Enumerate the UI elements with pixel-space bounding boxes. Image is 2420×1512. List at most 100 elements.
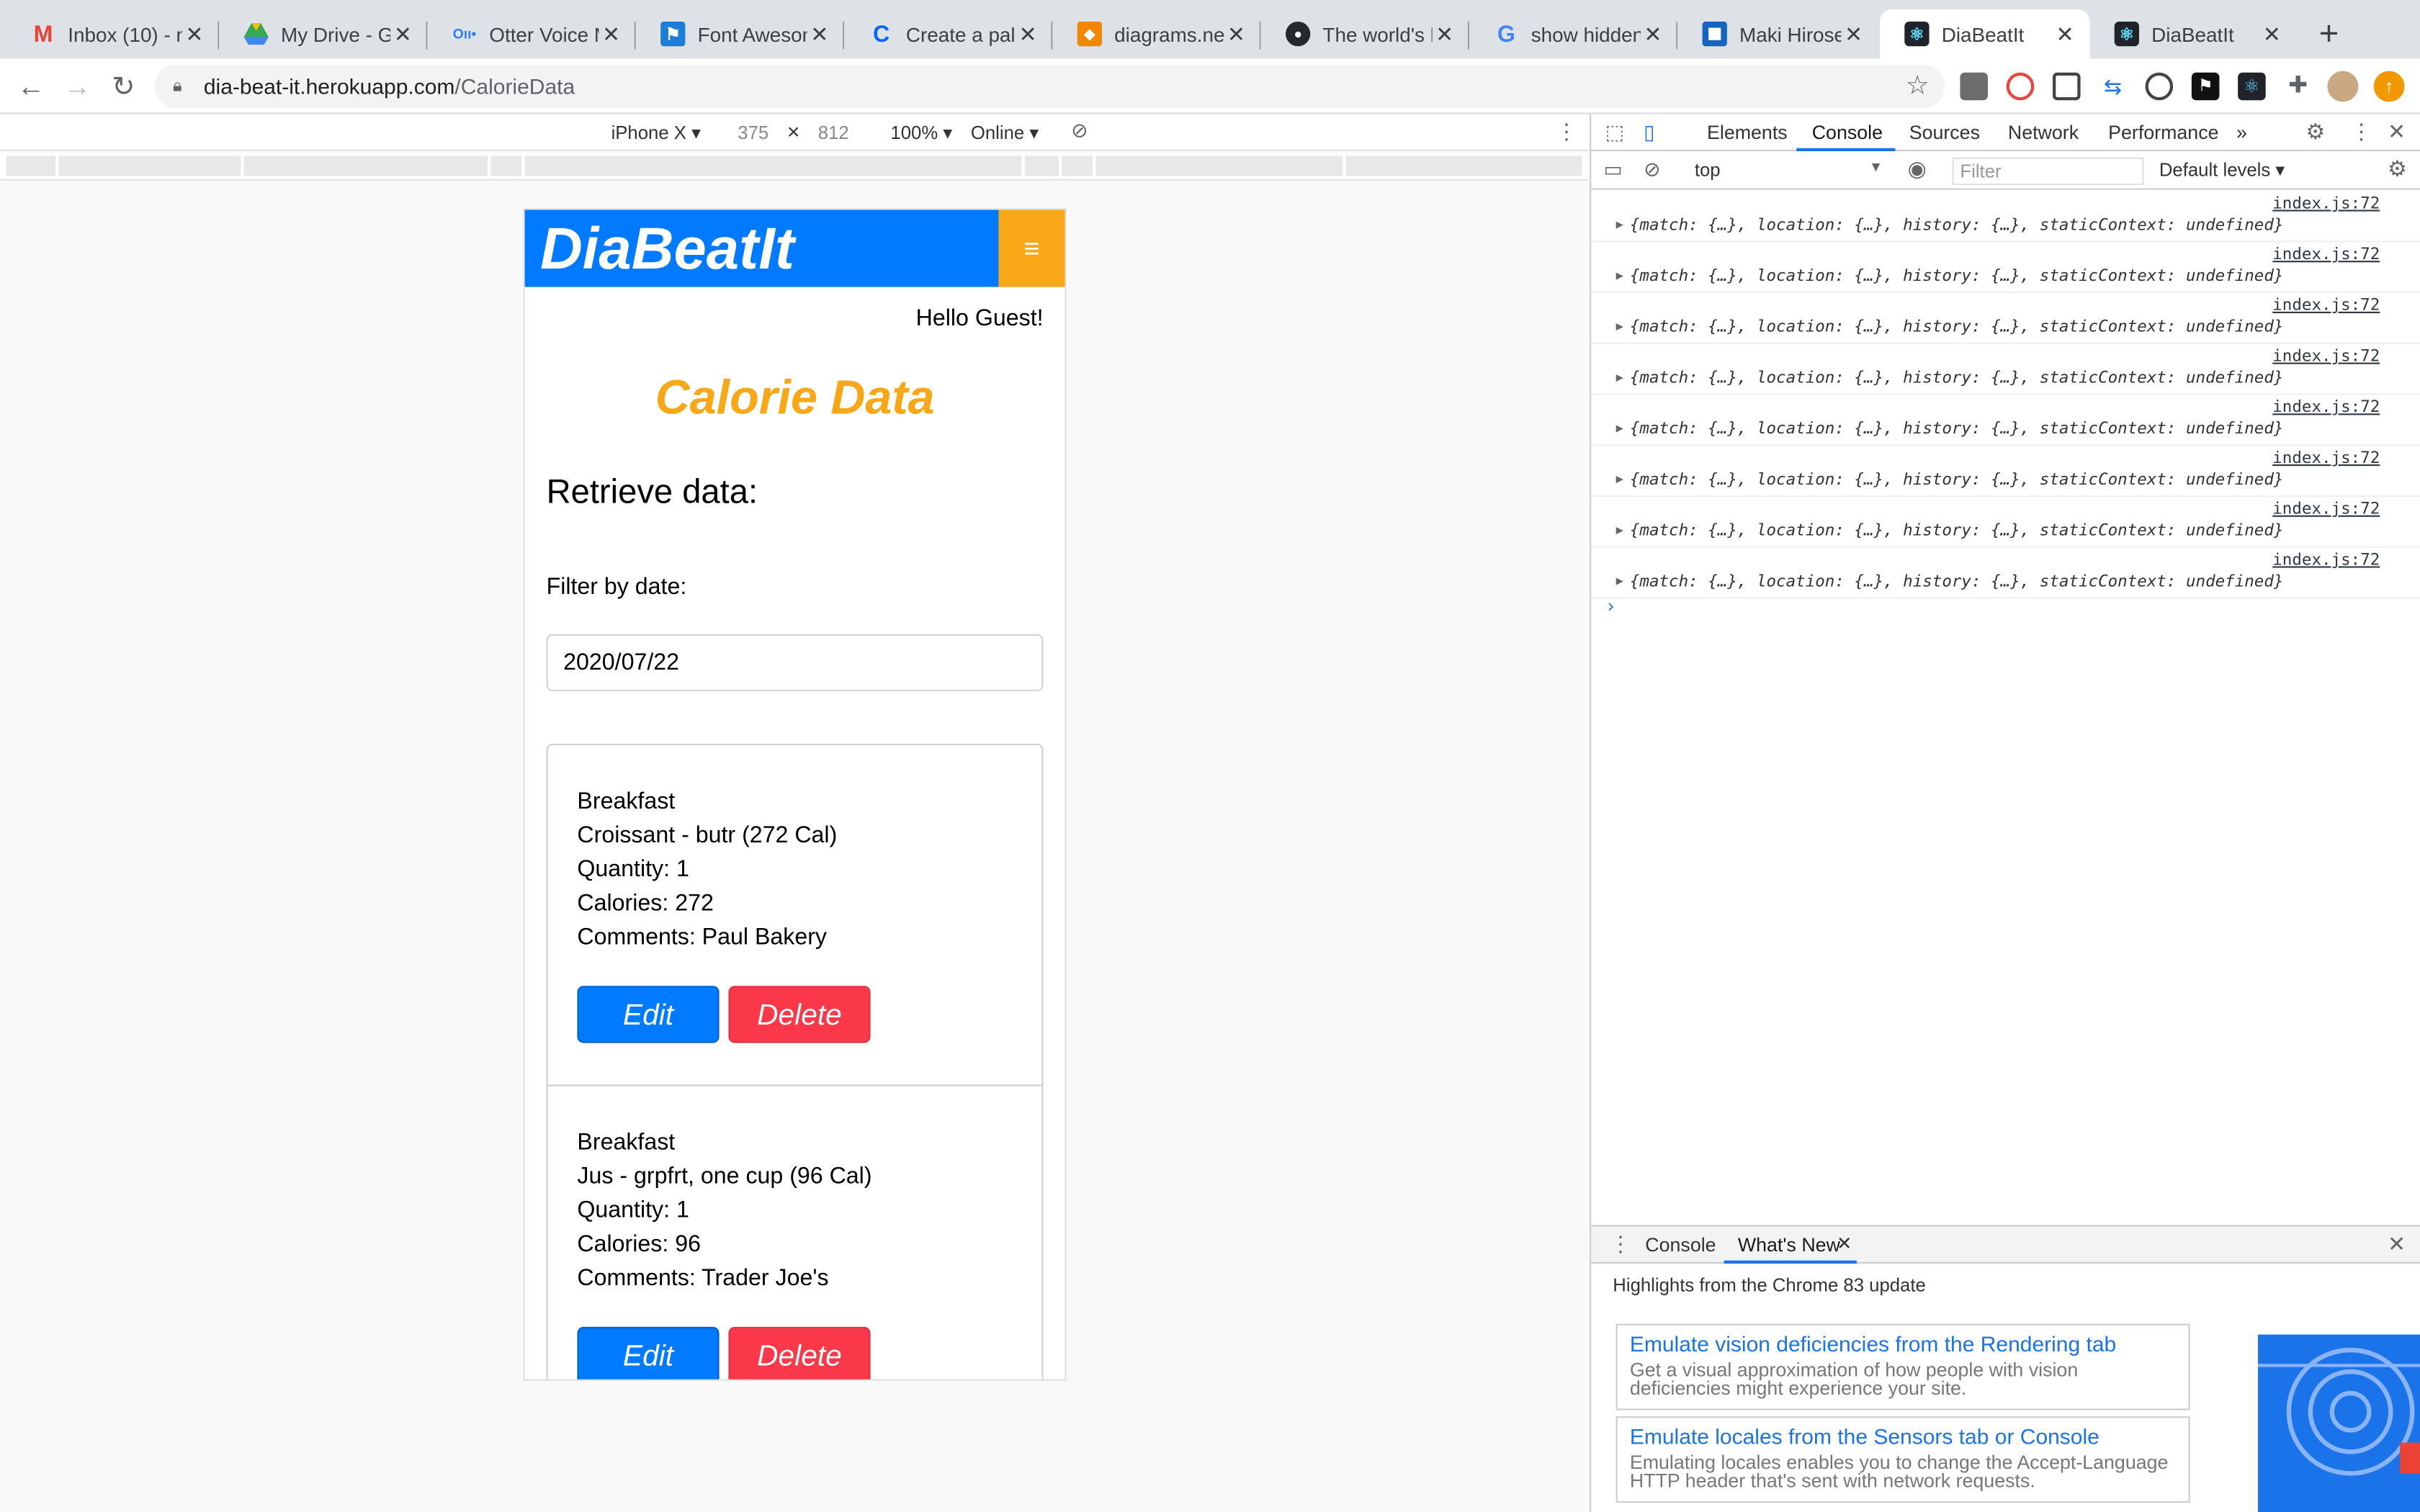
more-tabs-icon[interactable]: » — [2236, 122, 2247, 143]
drawer-menu-icon[interactable]: ⋮ — [1610, 1231, 1631, 1257]
zoom-select[interactable]: 100% ▾ — [890, 122, 952, 143]
tab-elements[interactable]: Elements — [1707, 122, 1788, 143]
browser-tab-maki[interactable]: Maki Hirose: L ✕ — [1677, 9, 1878, 59]
edit-button[interactable]: Edit — [577, 986, 720, 1043]
log-levels-select[interactable]: Default levels ▾ — [2159, 159, 2285, 181]
close-tab-icon[interactable]: ✕ — [1641, 21, 1665, 47]
tab-performance[interactable]: Performance — [2108, 122, 2218, 143]
browser-tab-diabeatit-active[interactable]: ⚛ DiaBeatIt ✕ — [1880, 9, 2090, 59]
whats-new-card-title[interactable]: Emulate locales from the Sensors tab or … — [1630, 1424, 2177, 1449]
tab-network[interactable]: Network — [2008, 122, 2079, 143]
device-select[interactable]: iPhone X ▾ — [611, 122, 701, 143]
brand-logo[interactable]: DiaBeatIt — [540, 217, 794, 284]
inspect-element-icon[interactable]: ⬚ — [1605, 120, 1624, 145]
browser-tab-otter[interactable]: Oıı• Otter Voice M ✕ — [428, 9, 636, 59]
log-source-link[interactable]: index.js:72 — [2272, 449, 2380, 468]
close-devtools-icon[interactable]: ✕ — [2388, 119, 2406, 145]
delete-button[interactable]: Delete — [728, 1326, 871, 1380]
close-drawer-icon[interactable]: ✕ — [2388, 1231, 2406, 1257]
console-log-entry[interactable]: index.js:72 ▶ {match: {…}, location: {…},… — [1591, 548, 2420, 599]
device-toggle-icon[interactable]: ▯ — [1644, 120, 1654, 145]
close-drawer-tab-icon[interactable]: ✕ — [1837, 1233, 1852, 1254]
whats-new-card[interactable]: Emulate locales from the Sensors tab or … — [1615, 1416, 2190, 1503]
browser-tab-google-search[interactable]: G show hidden f ✕ — [1469, 9, 1678, 59]
flag-extension-icon[interactable]: ⚑ — [2191, 72, 2220, 101]
console-log-entry[interactable]: index.js:72 ▶ {match: {…}, location: {…},… — [1591, 395, 2420, 446]
settings-gear-icon[interactable]: ⚙ — [2305, 119, 2325, 145]
close-tab-icon[interactable]: ✕ — [390, 21, 415, 47]
address-bar[interactable]: 🔒︎ dia-beat-it.herokuapp.com/CalorieData… — [154, 65, 1945, 108]
media-query-bar[interactable] — [0, 153, 1588, 181]
close-tab-icon[interactable]: ✕ — [599, 21, 623, 47]
console-settings-gear-icon[interactable]: ⚙ — [2388, 156, 2407, 181]
log-source-link[interactable]: index.js:72 — [2272, 551, 2380, 570]
browser-tab-gmail[interactable]: M Inbox (10) - m ✕ — [6, 9, 220, 59]
whats-new-card-title[interactable]: Emulate vision deficiencies from the Ren… — [1630, 1331, 2177, 1356]
expand-triangle-icon[interactable]: ▶ — [1616, 269, 1623, 282]
device-width-input[interactable]: 375 — [738, 122, 768, 143]
reload-icon[interactable]: ↻ — [105, 68, 142, 104]
expand-triangle-icon[interactable]: ▶ — [1616, 523, 1623, 536]
close-tab-icon[interactable]: ✕ — [807, 21, 832, 47]
context-select[interactable]: top — [1695, 159, 1721, 181]
browser-tab-github[interactable]: ● The world's le ✕ — [1261, 9, 1469, 59]
log-source-link[interactable]: index.js:72 — [2272, 347, 2380, 366]
console-prompt[interactable]: › — [1605, 595, 1617, 617]
puzzle-extensions-icon[interactable]: ✚ — [2284, 73, 2312, 101]
react-devtools-icon[interactable]: ⚛ — [2238, 72, 2266, 101]
browser-tab-font-awesome[interactable]: ⚑ Font Awesome ✕ — [636, 9, 845, 59]
new-tab-icon[interactable]: + — [2311, 14, 2347, 52]
devtools-menu-icon[interactable]: ⋮ — [2351, 119, 2372, 145]
console-log-entry[interactable]: index.js:72 ▶ {match: {…}, location: {…},… — [1591, 192, 2420, 243]
close-tab-icon[interactable]: ✕ — [2259, 21, 2284, 47]
log-source-link[interactable]: index.js:72 — [2272, 246, 2380, 264]
expand-triangle-icon[interactable]: ▶ — [1616, 320, 1623, 333]
network-throttle-select[interactable]: Online ▾ — [971, 122, 1039, 143]
browser-tab-diagrams[interactable]: ◆ diagrams.net ✕ — [1052, 9, 1261, 59]
drawer-tab-whats-new[interactable]: What's New — [1738, 1234, 1840, 1256]
console-log-entry[interactable]: index.js:72 ▶ {match: {…}, location: {…},… — [1591, 242, 2420, 294]
close-tab-icon[interactable]: ✕ — [1433, 21, 1457, 47]
browser-tab-drive[interactable]: My Drive - Go ✕ — [219, 9, 428, 59]
extension-badge-icon[interactable] — [2006, 72, 2035, 101]
expand-triangle-icon[interactable]: ▶ — [1616, 421, 1623, 435]
browser-tab-diabeatit[interactable]: ⚛ DiaBeatIt ✕ — [2089, 9, 2296, 59]
browser-tab-coolors[interactable]: C Create a palet ✕ — [844, 9, 1053, 59]
log-source-link[interactable]: index.js:72 — [2272, 500, 2380, 518]
circle-extension-icon[interactable] — [2145, 72, 2174, 101]
close-tab-icon[interactable]: ✕ — [1224, 21, 1248, 47]
whats-new-card[interactable]: Emulate vision deficiencies from the Ren… — [1615, 1323, 2190, 1410]
tab-console[interactable]: Console — [1812, 122, 1883, 143]
delete-button[interactable]: Delete — [728, 986, 871, 1043]
rotate-icon[interactable]: ⊘ — [1071, 119, 1088, 143]
device-height-input[interactable]: 812 — [818, 122, 849, 143]
close-tab-icon[interactable]: ✕ — [2053, 21, 2077, 47]
expand-triangle-icon[interactable]: ▶ — [1616, 370, 1623, 384]
forward-arrow-icon[interactable]: → — [58, 68, 95, 104]
console-log-entry[interactable]: index.js:72 ▶ {match: {…}, location: {…},… — [1591, 497, 2420, 548]
log-source-link[interactable]: index.js:72 — [2272, 296, 2380, 315]
extension-icon[interactable] — [1960, 72, 1988, 101]
swap-arrows-icon[interactable]: ⇆ — [2099, 73, 2127, 101]
more-options-icon[interactable]: ⋮ — [1556, 119, 1577, 145]
back-arrow-icon[interactable]: ← — [12, 68, 49, 104]
console-log-entry[interactable]: index.js:72 ▶ {match: {…}, location: {…},… — [1591, 293, 2420, 344]
console-filter-input[interactable]: Filter — [1952, 157, 2144, 186]
close-tab-icon[interactable]: ✕ — [182, 21, 207, 47]
drawer-tab-console[interactable]: Console — [1645, 1234, 1716, 1256]
close-tab-icon[interactable]: ✕ — [1841, 21, 1865, 47]
expand-triangle-icon[interactable]: ▶ — [1616, 472, 1623, 486]
update-icon[interactable]: ↑ — [2373, 71, 2405, 102]
hamburger-menu-button[interactable]: ≡ — [998, 210, 1065, 287]
expand-triangle-icon[interactable]: ▶ — [1616, 574, 1623, 588]
close-tab-icon[interactable]: ✕ — [1016, 21, 1040, 47]
log-source-link[interactable]: index.js:72 — [2272, 194, 2380, 213]
live-expression-eye-icon[interactable]: ◉ — [1908, 156, 1927, 181]
sidebar-toggle-icon[interactable]: ▭ — [1603, 158, 1622, 182]
clear-console-icon[interactable]: ⊘ — [1644, 158, 1660, 182]
tab-sources[interactable]: Sources — [1909, 122, 1980, 143]
edit-button[interactable]: Edit — [577, 1326, 720, 1380]
log-source-link[interactable]: index.js:72 — [2272, 398, 2380, 417]
bookmark-star-icon[interactable]: ☆ — [1906, 65, 1930, 108]
console-log-entry[interactable]: index.js:72 ▶ {match: {…}, location: {…},… — [1591, 446, 2420, 497]
